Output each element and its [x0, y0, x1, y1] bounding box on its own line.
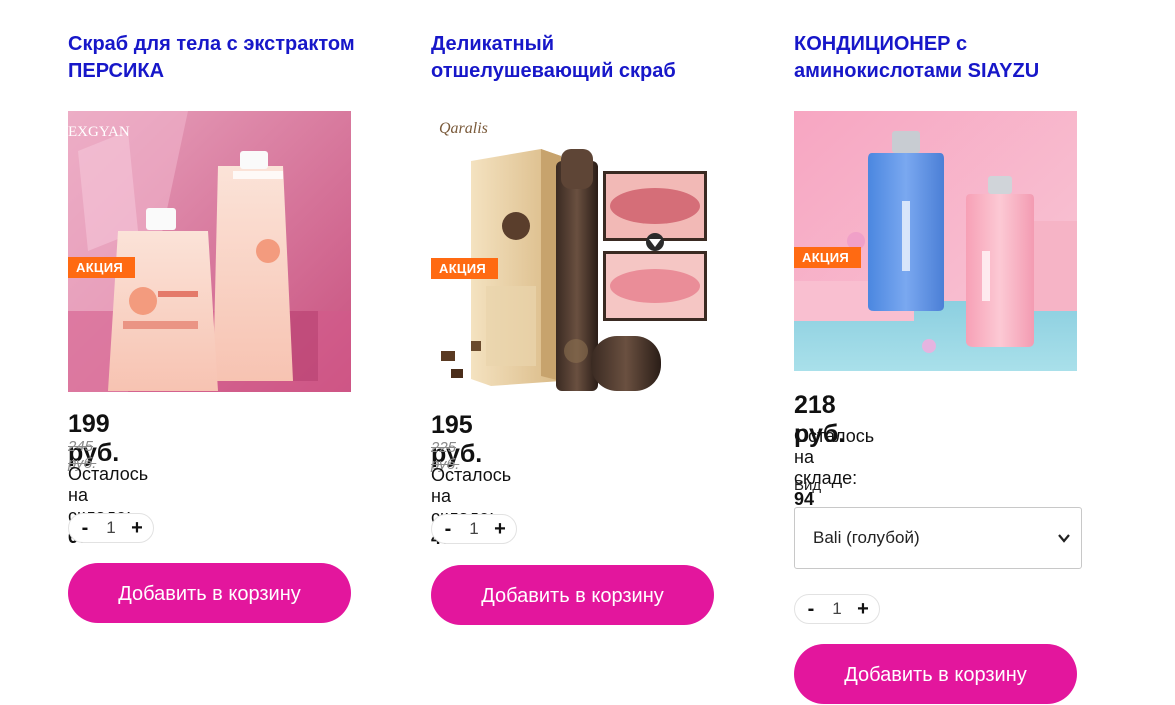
decrement-button[interactable]: -	[803, 598, 819, 621]
add-to-cart-button[interactable]: Добавить в корзину	[431, 565, 714, 625]
product-image[interactable]: EXGYAN	[68, 111, 351, 392]
quantity-value[interactable]: 1	[106, 518, 115, 538]
sale-badge: АКЦИЯ	[431, 258, 499, 279]
variant-select[interactable]: Bali (голубой)	[794, 507, 1082, 569]
decrement-button[interactable]: -	[77, 517, 93, 540]
product-title-link[interactable]: Деликатный отшелушевающий скраб	[431, 33, 676, 82]
product-image[interactable]	[794, 111, 1077, 371]
quantity-stepper: - 1 +	[68, 513, 154, 543]
quantity-stepper: - 1 +	[431, 514, 517, 544]
product-title[interactable]: Деликатный отшелушевающий скраб	[431, 31, 731, 85]
increment-button[interactable]: +	[129, 517, 145, 540]
increment-button[interactable]: +	[492, 518, 508, 541]
product-title[interactable]: Скраб для тела с экстрактом ПЕРСИКА	[68, 31, 368, 85]
decrement-button[interactable]: -	[440, 518, 456, 541]
svg-text:Qaralis: Qaralis	[439, 120, 488, 137]
sale-badge: АКЦИЯ	[68, 257, 136, 278]
product-image[interactable]: Qaralis	[431, 111, 714, 392]
chevron-down-icon	[1058, 534, 1070, 543]
quantity-stepper: - 1 +	[794, 594, 880, 624]
svg-text:EXGYAN: EXGYAN	[68, 124, 130, 140]
quantity-value[interactable]: 1	[469, 519, 478, 539]
variant-label: Вид	[794, 477, 822, 494]
increment-button[interactable]: +	[855, 598, 871, 621]
add-to-cart-button[interactable]: Добавить в корзину	[794, 644, 1077, 704]
add-to-cart-button[interactable]: Добавить в корзину	[68, 563, 351, 623]
product-title[interactable]: КОНДИЦИОНЕР с аминокислотами SIAYZU	[794, 31, 1094, 85]
variant-selected-value: Bali (голубой)	[813, 528, 920, 547]
stock-info: Осталось на складе: 94	[794, 426, 874, 510]
sale-badge: АКЦИЯ	[794, 247, 862, 268]
product-title-link[interactable]: Скраб для тела с экстрактом ПЕРСИКА	[68, 33, 355, 82]
product-title-link[interactable]: КОНДИЦИОНЕР с аминокислотами SIAYZU	[794, 33, 1039, 82]
quantity-value[interactable]: 1	[832, 599, 841, 619]
